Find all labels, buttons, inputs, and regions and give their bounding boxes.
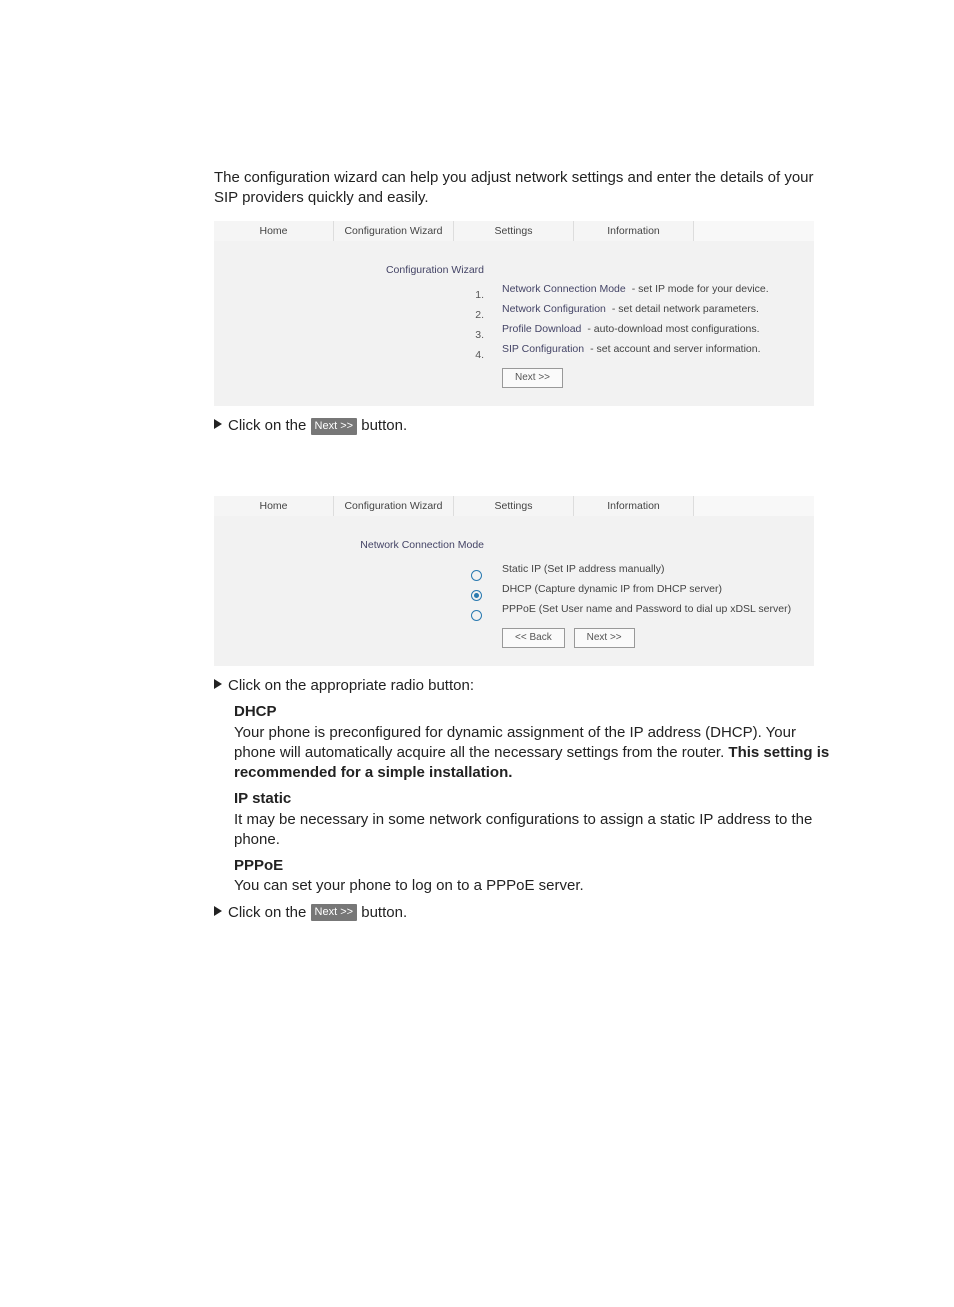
back-button[interactable]: << Back	[502, 628, 565, 648]
next-button[interactable]: Next >>	[574, 628, 635, 648]
tab-bar: Home Configuration Wizard Settings Infor…	[214, 221, 814, 241]
tab-settings[interactable]: Settings	[454, 496, 574, 516]
next-button-label: Next >>	[311, 904, 358, 921]
next-button[interactable]: Next >>	[502, 368, 563, 388]
tab-information[interactable]: Information	[574, 221, 694, 241]
intro-text: The configuration wizard can help you ad…	[214, 168, 834, 209]
wizard-step: Profile Download - auto-download most co…	[502, 320, 796, 340]
tab-bar: Home Configuration Wizard Settings Infor…	[214, 496, 814, 516]
wizard-step: Network Configuration - set detail netwo…	[502, 300, 796, 320]
dhcp-body: Your phone is preconfigured for dynamic …	[234, 724, 796, 761]
bullet-arrow-icon	[214, 679, 228, 689]
pppoe-body: You can set your phone to log on to a PP…	[234, 877, 584, 894]
step-number: 3.	[232, 326, 484, 346]
screenshot-config-wizard: Home Configuration Wizard Settings Infor…	[214, 221, 814, 407]
tab-home[interactable]: Home	[214, 496, 334, 516]
step-number: 4.	[232, 346, 484, 366]
panel-heading: Configuration Wizard	[232, 261, 484, 281]
tab-home[interactable]: Home	[214, 221, 334, 241]
next-button-label: Next >>	[311, 418, 358, 435]
ipstatic-title: IP static	[234, 790, 291, 807]
radio-label: Static IP (Set IP address manually)	[502, 560, 796, 580]
ipstatic-body: It may be necessary in some network conf…	[234, 811, 812, 848]
tab-wizard[interactable]: Configuration Wizard	[334, 496, 454, 516]
radio-label: PPPoE (Set User name and Password to dia…	[502, 600, 796, 620]
wizard-step: Network Connection Mode - set IP mode fo…	[502, 280, 796, 300]
tab-information[interactable]: Information	[574, 496, 694, 516]
tab-settings[interactable]: Settings	[454, 221, 574, 241]
screenshot-network-mode: Home Configuration Wizard Settings Infor…	[214, 496, 814, 666]
panel-heading: Network Connection Mode	[232, 536, 484, 556]
radio-pppoe[interactable]	[471, 610, 482, 621]
bullet-arrow-icon	[214, 419, 228, 429]
radio-static-ip[interactable]	[471, 570, 482, 581]
radio-dhcp[interactable]	[471, 590, 482, 601]
dhcp-title: DHCP	[234, 703, 277, 720]
pppoe-title: PPPoE	[234, 857, 283, 874]
radio-label: DHCP (Capture dynamic IP from DHCP serve…	[502, 580, 796, 600]
instruction-text: Click on the Next >> button.	[228, 903, 834, 923]
step-number: 1.	[232, 286, 484, 306]
tab-wizard[interactable]: Configuration Wizard	[334, 221, 454, 241]
wizard-step: SIP Configuration - set account and serv…	[502, 340, 796, 360]
bullet-arrow-icon	[214, 906, 228, 916]
instruction-text: Click on the appropriate radio button:	[228, 676, 834, 696]
instruction-text: Click on the Next >> button.	[228, 416, 834, 436]
step-number: 2.	[232, 306, 484, 326]
